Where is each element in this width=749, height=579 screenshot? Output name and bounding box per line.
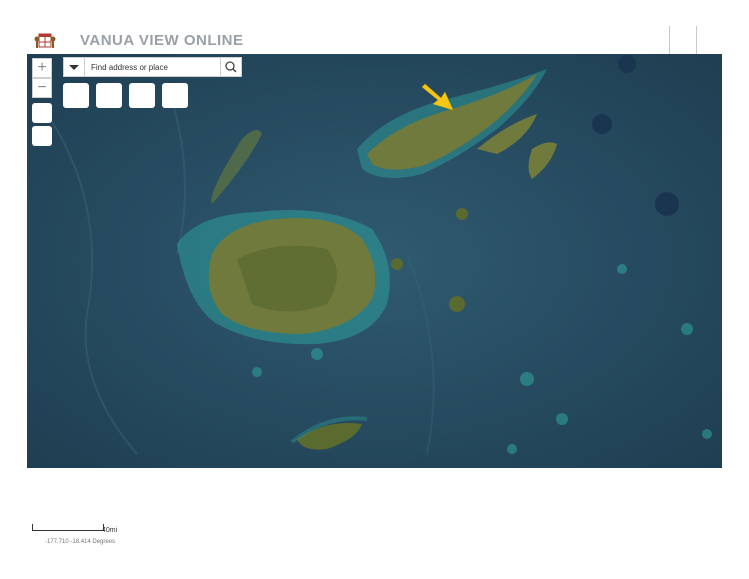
app-title: VANUA VIEW ONLINE — [80, 32, 244, 49]
coordinate-readout: -177.710 -18.414 Degrees — [45, 539, 116, 545]
map-tool-button[interactable] — [129, 83, 155, 108]
map-tool-button[interactable] — [162, 83, 188, 108]
header-divider — [669, 26, 670, 54]
scale-bar — [32, 524, 104, 531]
home-button[interactable] — [32, 103, 52, 123]
search-button[interactable] — [220, 58, 241, 76]
search-bar — [63, 57, 242, 77]
zoom-out-button[interactable]: − — [32, 78, 52, 98]
satellite-map — [27, 54, 722, 468]
header-divider — [696, 26, 697, 54]
map-tool-button[interactable] — [96, 83, 122, 108]
map-tool-button[interactable] — [63, 83, 89, 108]
app-header: VANUA VIEW ONLINE — [0, 0, 749, 54]
scale-label: 40mi — [102, 527, 118, 534]
zoom-in-button[interactable]: + — [32, 58, 52, 78]
locate-button[interactable] — [32, 126, 52, 146]
search-input[interactable] — [85, 58, 220, 76]
map-view[interactable] — [27, 54, 722, 468]
magnifier-icon — [225, 61, 237, 73]
fiji-coat-of-arms-icon — [34, 33, 56, 48]
search-source-dropdown[interactable] — [64, 58, 85, 76]
caret-down-icon — [69, 65, 79, 70]
